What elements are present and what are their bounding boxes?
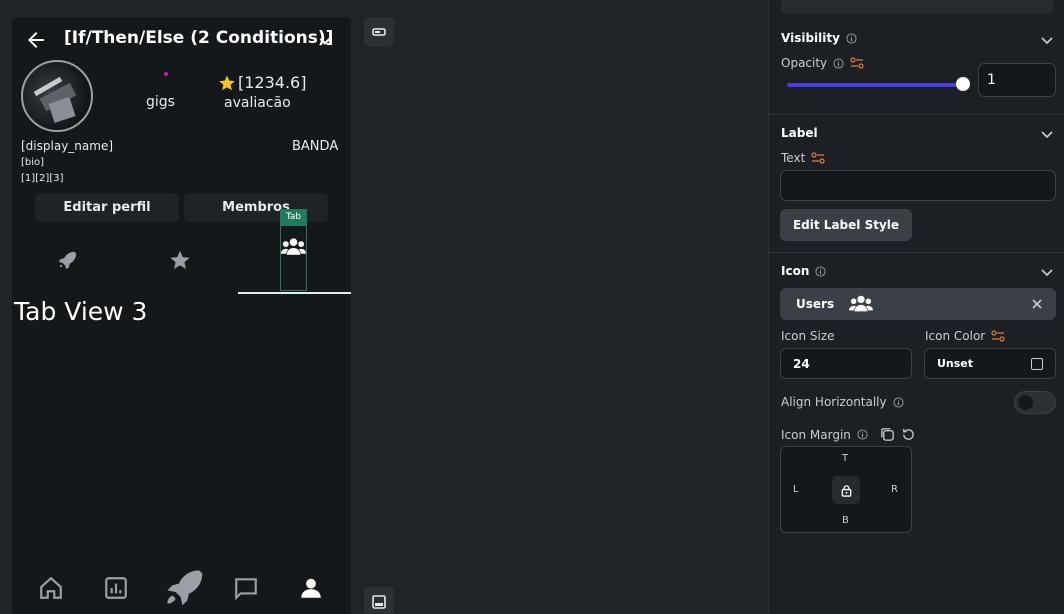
margin-bottom-label[interactable]: B	[842, 515, 849, 526]
info-icon[interactable]	[893, 396, 904, 408]
number-list: [1][2][3]	[21, 173, 64, 184]
label-title: Label	[781, 126, 818, 140]
icon-margin-editor[interactable]: T L R B	[780, 446, 912, 533]
visibility-title: Visibility	[781, 31, 840, 45]
app-bar: [If/Then/Else (2 Conditions)]	[12, 25, 351, 55]
users-icon[interactable]	[280, 235, 307, 259]
margin-right-label[interactable]: R	[891, 484, 898, 495]
star-tab-icon[interactable]	[169, 249, 191, 271]
info-icon[interactable]	[833, 57, 844, 69]
close-icon[interactable]	[1030, 297, 1044, 311]
visibility-section-header[interactable]: Visibility	[781, 31, 857, 45]
chevron-down-icon[interactable]	[316, 32, 334, 50]
selected-icon-name: Users	[796, 297, 835, 311]
icon-margin-label-row: Icon Margin	[781, 427, 916, 442]
info-icon[interactable]	[815, 265, 826, 277]
panel-tabs[interactable]	[781, 0, 1053, 14]
user-icon[interactable]	[298, 575, 324, 601]
home-icon[interactable]	[38, 575, 64, 601]
variable-icon[interactable]	[850, 56, 864, 70]
bio-text: [bio]	[21, 157, 45, 168]
chevron-down-icon[interactable]	[1039, 264, 1055, 280]
icon-size-input[interactable]: 24	[780, 348, 912, 379]
page-title: [If/Then/Else (2 Conditions)]	[64, 28, 334, 48]
label-text-input[interactable]	[780, 170, 1056, 201]
edit-label-style-button[interactable]: Edit Label Style	[780, 209, 912, 241]
margin-top-label[interactable]: T	[842, 453, 848, 464]
widget-icon	[372, 27, 386, 36]
bottom-panel-button[interactable]	[364, 587, 394, 614]
tab-view-content: Tab View 3	[14, 297, 148, 326]
divider	[769, 114, 1064, 115]
edit-profile-button[interactable]: Editar perfil	[35, 193, 179, 222]
icon-picker[interactable]: Users	[780, 288, 1056, 320]
color-swatch	[1031, 358, 1043, 370]
properties-panel: Visibility Opacity 1 Label Text Edit Lab…	[768, 0, 1064, 614]
tab-indicator	[238, 292, 351, 294]
reset-icon[interactable]	[901, 427, 916, 442]
chevron-down-icon[interactable]	[1039, 32, 1055, 48]
icon-title: Icon	[781, 264, 810, 278]
users-icon	[849, 295, 874, 312]
rating-number: [1234.6]	[238, 73, 307, 92]
divider	[769, 252, 1064, 253]
text-label: Text	[781, 151, 806, 165]
variable-icon[interactable]	[811, 151, 825, 165]
rocket-icon[interactable]	[56, 249, 78, 271]
label-section-header[interactable]: Label	[781, 126, 818, 140]
opacity-label: Opacity	[781, 56, 828, 70]
phone-preview: [If/Then/Else (2 Conditions)] gigs [1234…	[12, 17, 351, 614]
opacity-label-row: Opacity	[781, 56, 864, 70]
display-name: [display_name]	[21, 139, 114, 153]
margin-left-label[interactable]: L	[793, 484, 799, 495]
chevron-down-icon[interactable]	[1039, 126, 1055, 142]
info-icon[interactable]	[846, 32, 857, 44]
icon-color-label-row: Icon Color	[925, 329, 1005, 343]
avatar[interactable]	[21, 60, 93, 132]
arrow-left-icon[interactable]	[24, 28, 48, 52]
status-dot	[164, 72, 168, 76]
gigs-label: gigs	[146, 94, 175, 110]
icon-color-value: Unset	[937, 357, 974, 370]
icon-color-picker[interactable]: Unset	[924, 348, 1056, 379]
rocket-nav-icon[interactable]	[164, 567, 204, 607]
chat-icon[interactable]	[233, 575, 259, 601]
align-horizontally-toggle[interactable]	[1014, 391, 1056, 414]
opacity-slider-track[interactable]	[787, 83, 963, 87]
align-horizontally-label: Align Horizontally	[781, 395, 887, 409]
icon-margin-label: Icon Margin	[781, 427, 851, 442]
toggle-knob	[1018, 395, 1033, 410]
opacity-input[interactable]: 1	[978, 63, 1056, 97]
info-icon[interactable]	[857, 429, 868, 440]
band-label: BANDA	[292, 139, 339, 154]
variable-icon[interactable]	[991, 329, 1005, 343]
copy-icon[interactable]	[880, 427, 895, 442]
align-label-row: Align Horizontally	[781, 395, 904, 409]
rating-label: avaliacão	[224, 95, 291, 111]
bottom-nav	[12, 565, 351, 610]
text-label-row: Text	[781, 151, 825, 165]
panel-bottom-icon	[372, 594, 386, 609]
icon-color-label: Icon Color	[925, 329, 986, 343]
toggle-widget-button[interactable]	[364, 17, 394, 46]
chart-icon[interactable]	[103, 575, 129, 601]
tab-badge: Tab	[280, 209, 307, 226]
icon-section-header[interactable]: Icon	[781, 264, 826, 278]
rating-value: [1234.6]	[218, 73, 306, 92]
lock-icon	[841, 484, 851, 497]
star-icon	[219, 75, 235, 90]
icon-size-label: Icon Size	[781, 329, 835, 343]
opacity-slider-thumb[interactable]	[956, 77, 970, 91]
margin-lock-button[interactable]	[832, 476, 860, 504]
